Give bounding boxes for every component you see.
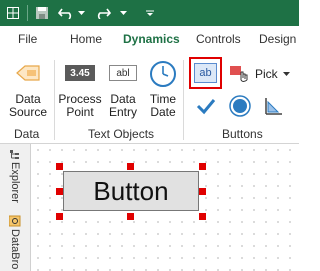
canvas-button-label: Button — [93, 175, 169, 206]
resize-handle-top-left[interactable] — [56, 163, 63, 170]
ribbon-tabs: File Home Dynamics Controls Design — [0, 26, 299, 52]
data-entry-button[interactable]: abl Data Entry — [103, 62, 143, 119]
data-source-button[interactable]: Data Source — [6, 62, 50, 119]
clock-icon — [150, 61, 176, 87]
resize-handle-bottom-left[interactable] — [56, 213, 63, 220]
undo-icon[interactable] — [56, 0, 76, 26]
push-button-tool[interactable]: ab — [189, 57, 222, 89]
resize-handle-bottom-middle[interactable] — [127, 213, 134, 220]
save-icon[interactable] — [33, 0, 51, 26]
tab-dynamics[interactable]: Dynamics — [123, 32, 180, 46]
resize-handle-top-right[interactable] — [199, 163, 206, 170]
explorer-tab[interactable]: Explorer — [8, 148, 22, 208]
pick-button[interactable]: Pick — [229, 64, 295, 84]
group-label-text-objects: Text Objects — [88, 127, 155, 141]
time-date-button[interactable]: Time Date — [143, 60, 183, 119]
grid-icon[interactable] — [4, 0, 22, 26]
data-entry-icon-text: abl — [116, 67, 130, 79]
resize-handle-top-middle[interactable] — [127, 163, 134, 170]
canvas-button-widget[interactable]: Button — [63, 171, 199, 211]
radio-button-tool[interactable] — [228, 94, 252, 118]
process-point-label-2: Point — [66, 105, 94, 119]
quick-access-toolbar — [0, 0, 299, 26]
process-point-button[interactable]: 3.45 Process Point — [58, 62, 102, 119]
slider-tool[interactable] — [262, 94, 286, 118]
time-date-label-2: Date — [150, 105, 176, 119]
side-panel-strip: Explorer DataBro — [0, 144, 31, 271]
databrowser-icon — [9, 215, 21, 227]
push-button-icon-text: ab — [199, 67, 212, 79]
redo-icon[interactable] — [93, 0, 113, 26]
tab-design[interactable]: Design — [259, 32, 296, 46]
slider-icon — [265, 98, 282, 115]
explorer-label: Explorer — [9, 162, 21, 203]
databrowser-label: DataBro — [9, 229, 21, 270]
resize-handle-middle-left[interactable] — [56, 188, 63, 195]
customize-icon[interactable] — [144, 0, 156, 26]
tab-controls[interactable]: Controls — [196, 32, 241, 46]
group-label-buttons: Buttons — [222, 127, 263, 141]
undo-dropdown-icon[interactable] — [76, 0, 86, 26]
push-button-icon: ab — [194, 63, 217, 83]
tab-home[interactable]: Home — [70, 32, 102, 46]
resize-handle-bottom-right[interactable] — [199, 213, 206, 220]
explorer-icon — [10, 150, 19, 159]
checkbox-tool[interactable] — [194, 94, 218, 118]
process-point-icon-text: 3.45 — [70, 67, 90, 79]
ribbon-panel: Data Source 3.45 Process Point abl Data … — [0, 52, 299, 144]
radio-icon — [229, 95, 251, 117]
tab-file[interactable]: File — [18, 32, 37, 46]
resize-handle-middle-right[interactable] — [199, 188, 206, 195]
pick-label: Pick — [255, 67, 278, 81]
databrowser-tab[interactable]: DataBro — [8, 214, 22, 271]
checkmark-icon — [196, 99, 216, 115]
data-source-icon — [16, 65, 40, 81]
process-point-icon: 3.45 — [65, 65, 95, 81]
pick-icon — [230, 66, 248, 82]
group-label-data: Data — [14, 127, 40, 141]
data-entry-icon: abl — [109, 65, 137, 81]
redo-dropdown-icon[interactable] — [118, 0, 128, 26]
data-entry-label-2: Entry — [108, 105, 137, 119]
data-source-label-2: Source — [8, 105, 48, 119]
pick-dropdown-icon — [282, 71, 290, 76]
